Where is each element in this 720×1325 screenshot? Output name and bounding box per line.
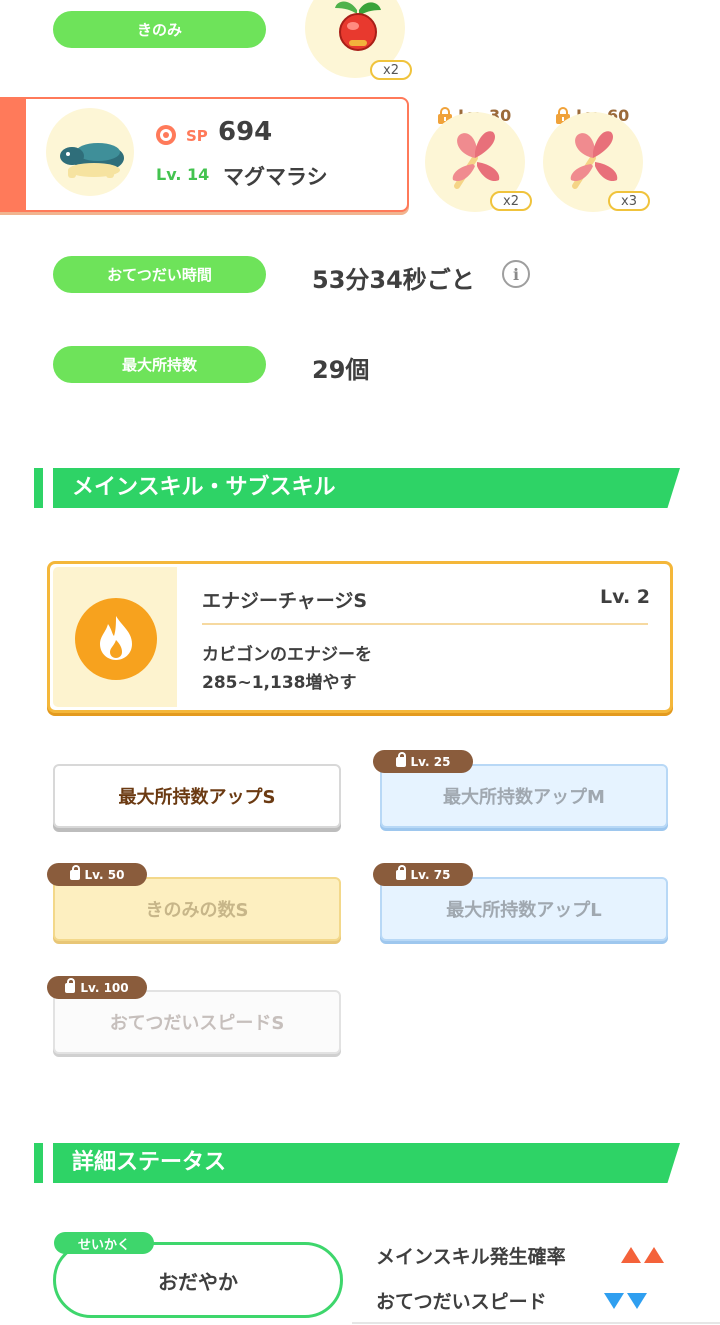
sp-label: SP [186,127,208,145]
pokemon-avatar [46,108,134,196]
sub-skill-label: 最大所持数アップM [443,787,605,808]
berry-qty: x2 [383,62,399,78]
sub-skill-4[interactable]: 最大所持数アップL [380,877,668,941]
main-skill-icon-area [53,567,177,707]
main-skill-desc-1: カビゴンのエナジーを [202,645,372,665]
info-icon[interactable]: i [502,260,530,288]
unlock-level: Lv. 100 [80,980,129,995]
bottom-divider [352,1322,720,1324]
main-skill-desc-2: 285~1,138増やす [202,673,357,693]
lock-icon [395,751,406,767]
pokemon-name: マグマラシ [223,165,328,189]
pokemon-level: Lv. 14 [156,165,210,184]
berry-qty-badge: x2 [370,60,412,80]
sub-skill-label: きのみの数S [145,900,249,921]
sub-skill-2[interactable]: 最大所持数アップM [380,764,668,828]
ingredient-qty-badge-2: x3 [608,191,650,211]
berry-label-pill: きのみ [53,11,266,48]
section-tick [34,468,43,508]
sp-value: 694 [218,117,273,147]
ingredient-qty: x2 [503,193,519,209]
section-tick [34,1143,43,1183]
help-time-label-pill: おてつだい時間 [53,256,266,293]
card-accent-bar [2,99,26,210]
fire-icon [100,616,132,660]
nature-tag: せいかく [54,1232,154,1254]
unlock-level: Lv. 75 [410,867,451,882]
berry-icon [335,1,381,51]
lock-icon [395,864,406,880]
nature-down-label: おてつだいスピード [376,1291,547,1313]
sub-skill-5-unlock-tag: Lv. 100 [47,976,147,999]
sub-skill-4-unlock-tag: Lv. 75 [373,863,473,886]
main-skill-level: Lv. 2 [600,586,650,608]
sub-skill-3[interactable]: きのみの数S [53,877,341,941]
pokemon-card[interactable]: SP 694 Lv. 14 マグマラシ [0,97,409,212]
pokemon-sprite [60,143,124,178]
main-skill-icon-circle [75,598,157,680]
sub-skill-2-unlock-tag: Lv. 25 [373,750,473,773]
status-section-title: 詳細ステータス [72,1150,227,1175]
lock-icon [65,977,76,993]
sub-skill-5[interactable]: おてつだいスピードS [53,990,341,1054]
skills-section-title: メインスキル・サブスキル [72,475,336,500]
lock-icon [69,864,80,880]
main-skill-name: エナジーチャージS [202,590,368,612]
sub-skill-3-unlock-tag: Lv. 50 [47,863,147,886]
sub-skill-label: おてつだいスピードS [109,1013,285,1034]
unlock-level: Lv. 25 [410,754,451,769]
unlock-level: Lv. 50 [84,867,125,882]
nature-tag-label: せいかく [77,1237,130,1253]
max-carry-label: 最大所持数 [121,356,197,374]
sub-skill-label: 最大所持数アップL [446,900,602,921]
skills-section-header: メインスキル・サブスキル [34,468,680,508]
status-section-header: 詳細ステータス [34,1143,680,1183]
sub-skill-label: 最大所持数アップS [118,787,276,808]
ingredient-qty-badge-1: x2 [490,191,532,211]
main-skill-card[interactable]: エナジーチャージS Lv. 2 カビゴンのエナジーを 285~1,138増やす [47,561,673,713]
double-up-arrow-icon [621,1247,664,1263]
nature-value: おだやか [158,1269,238,1294]
ingredient-leaf-icon [570,131,618,189]
nature-up-label: メインスキル発生確率 [376,1246,566,1268]
ingredient-leaf-icon [452,131,500,189]
max-carry-value: 29個 [312,356,370,384]
divider [202,623,648,625]
berry-label: きのみ [136,21,182,39]
pokeball-icon [156,125,176,145]
help-time-value: 53分34秒ごと [312,266,475,294]
max-carry-label-pill: 最大所持数 [53,346,266,383]
double-down-arrow-icon [604,1293,647,1309]
ingredient-qty: x3 [621,193,637,209]
help-time-label: おてつだい時間 [107,266,212,284]
sub-skill-1[interactable]: 最大所持数アップS [53,764,341,828]
